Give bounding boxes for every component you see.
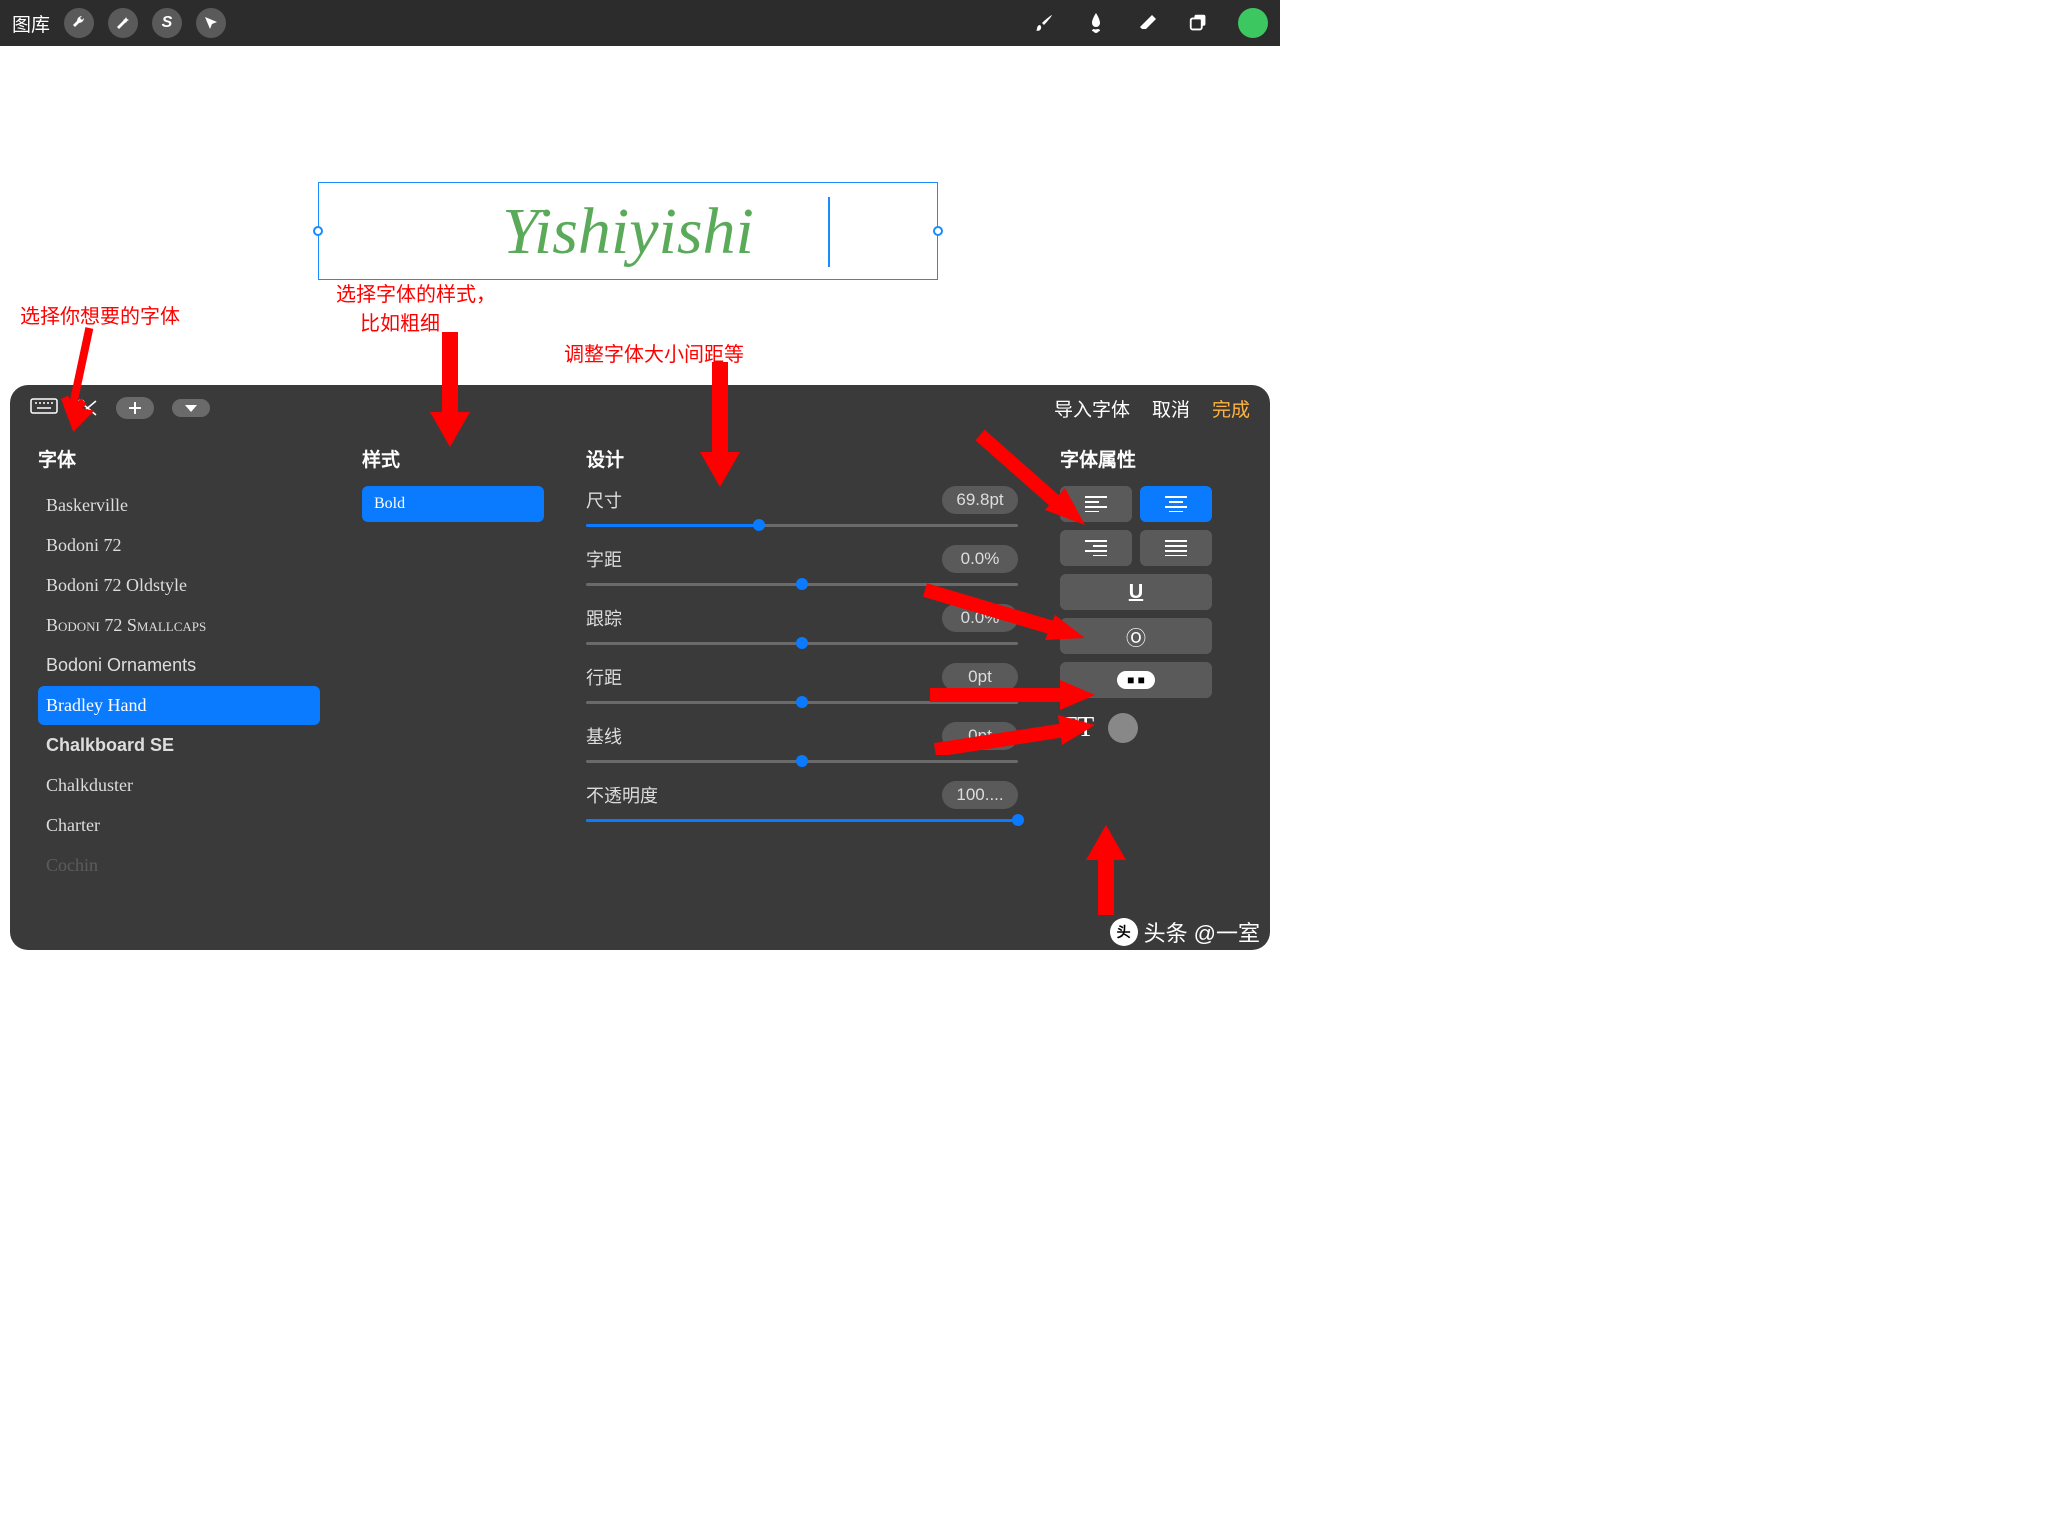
- design-column: 设计 尺寸69.8pt 字距0.0% 跟踪0.0% 行距0pt 基线0pt 不透…: [572, 431, 1032, 900]
- eraser-icon[interactable]: [1136, 11, 1160, 35]
- font-item[interactable]: Chalkduster: [38, 766, 320, 805]
- size-slider[interactable]: [586, 524, 1018, 527]
- wand-icon[interactable]: [108, 8, 138, 38]
- gallery-button[interactable]: 图库: [12, 10, 50, 37]
- align-center-button[interactable]: [1140, 486, 1212, 522]
- leading-label: 行距: [586, 664, 696, 690]
- plus-button[interactable]: [116, 397, 154, 419]
- resize-handle-right[interactable]: [933, 226, 943, 236]
- baseline-slider[interactable]: [586, 760, 1018, 763]
- cancel-button[interactable]: 取消: [1152, 395, 1190, 422]
- text-cursor: [828, 197, 830, 267]
- canvas[interactable]: Yishiyishi: [0, 46, 1280, 386]
- kerning-value[interactable]: 0.0%: [942, 545, 1018, 573]
- style-column: 样式 Bold: [348, 431, 558, 900]
- design-title: 设计: [586, 445, 1018, 472]
- opacity-value[interactable]: 100....: [942, 781, 1018, 809]
- canvas-text: Yishiyishi: [319, 183, 937, 281]
- kerning-label: 字距: [586, 546, 696, 572]
- font-item[interactable]: Baskerville: [38, 486, 320, 525]
- opacity-label: 不透明度: [586, 782, 696, 808]
- annotation-style-l1: 选择字体的样式，: [336, 284, 496, 306]
- font-item[interactable]: Bodoni Ornaments: [38, 646, 320, 685]
- dropdown-button[interactable]: [172, 399, 210, 417]
- arrow-style: [420, 332, 480, 452]
- arrow-font: [40, 322, 120, 452]
- arrow-underline: [920, 580, 1100, 655]
- font-item[interactable]: Cochin: [38, 846, 320, 885]
- smudge-icon[interactable]: [1084, 11, 1108, 35]
- watermark-brand: 头条: [1144, 916, 1188, 948]
- font-item[interactable]: Bodoni 72 Smallcaps: [38, 606, 320, 645]
- font-item[interactable]: Chalkboard SE: [38, 726, 320, 765]
- import-font-button[interactable]: 导入字体: [1054, 395, 1130, 422]
- watermark-icon: 头: [1110, 918, 1138, 946]
- case-indicator[interactable]: [1108, 713, 1138, 743]
- opacity-slider[interactable]: [586, 819, 1018, 822]
- style-item-selected[interactable]: Bold: [362, 486, 544, 522]
- arrow-vertical: [930, 715, 1100, 755]
- done-button[interactable]: 完成: [1212, 395, 1250, 422]
- arrow-design: [690, 362, 750, 492]
- s-icon[interactable]: S: [152, 8, 182, 38]
- font-item[interactable]: Charter: [38, 806, 320, 845]
- arrow-icon[interactable]: [196, 8, 226, 38]
- text-box[interactable]: Yishiyishi: [318, 182, 938, 280]
- font-item-selected[interactable]: Bradley Hand: [38, 686, 320, 725]
- tracking-label: 跟踪: [586, 605, 696, 631]
- arrow-caps: [1076, 825, 1136, 915]
- watermark-user: @一室: [1194, 916, 1260, 948]
- font-item[interactable]: Bodoni 72: [38, 526, 320, 565]
- color-picker[interactable]: [1238, 8, 1268, 38]
- font-item[interactable]: Bodoni 72 Oldstyle: [38, 566, 320, 605]
- annotation-style: 选择字体的样式， 比如粗细: [336, 278, 496, 336]
- arrow-align: [970, 430, 1100, 540]
- wrench-icon[interactable]: [64, 8, 94, 38]
- size-label: 尺寸: [586, 487, 696, 513]
- layers-icon[interactable]: [1188, 12, 1210, 34]
- font-column: 字体 Baskerville Bodoni 72 Bodoni 72 Oldst…: [24, 431, 334, 900]
- resize-handle-left[interactable]: [313, 226, 323, 236]
- brush-icon[interactable]: [1032, 11, 1056, 35]
- align-justify-button[interactable]: [1140, 530, 1212, 566]
- arrow-outline: [930, 680, 1100, 710]
- baseline-label: 基线: [586, 723, 696, 749]
- watermark: 头 头条 @一室: [1110, 916, 1260, 948]
